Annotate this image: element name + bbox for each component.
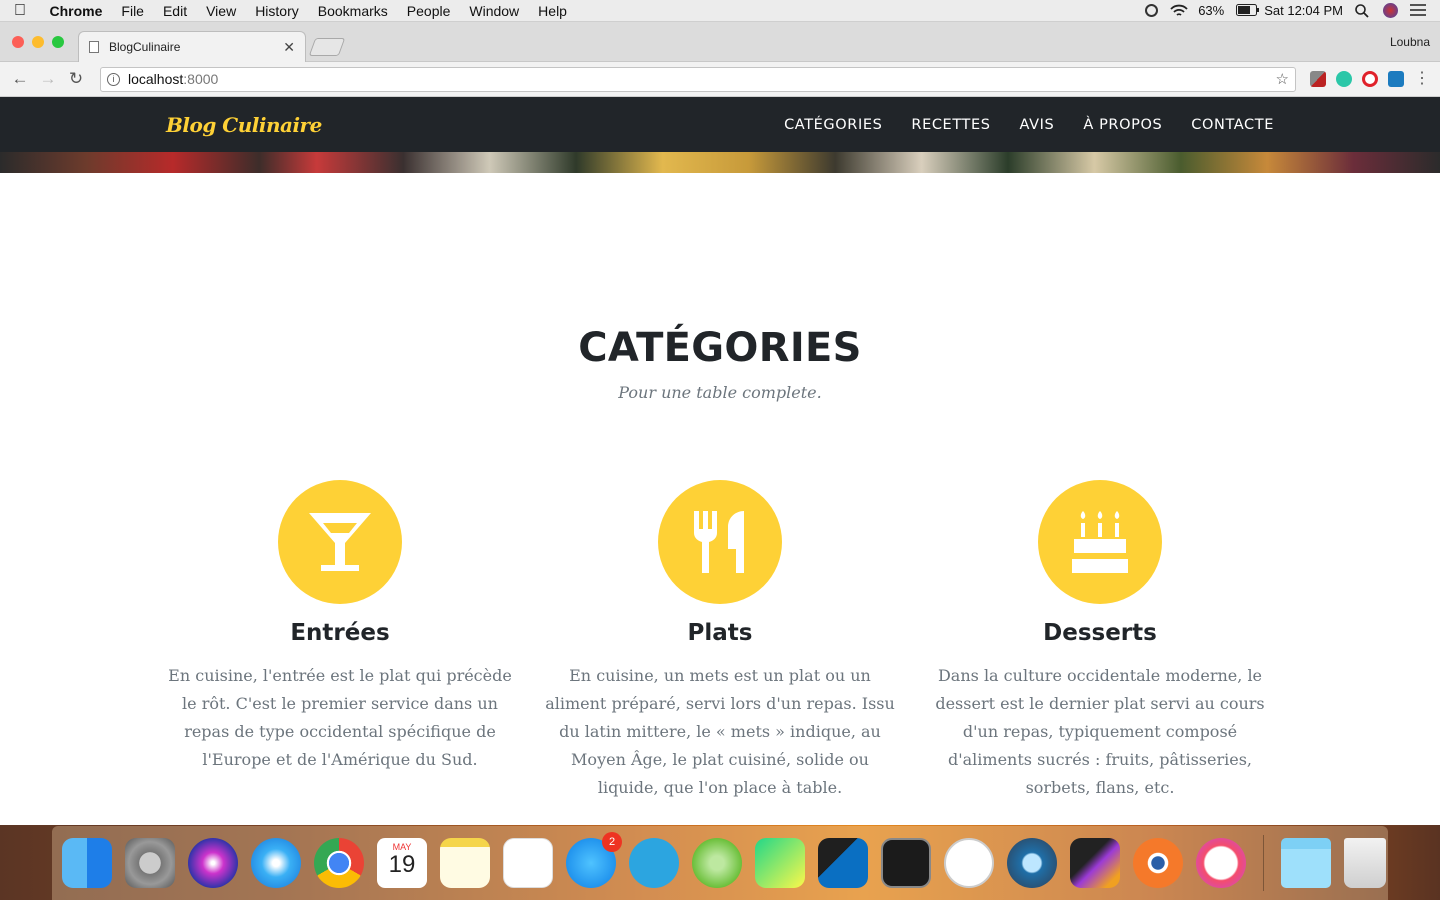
menubar-clock[interactable]: Sat 12:04 PM: [1264, 3, 1343, 18]
category-title: Desserts: [1043, 620, 1157, 646]
spotlight-search-icon[interactable]: [1355, 3, 1371, 18]
apple-menu-icon[interactable]: : [0, 2, 40, 20]
url-port: :8000: [183, 71, 219, 87]
menubar-status-area: 63% Sat 12:04 PM: [1145, 3, 1440, 18]
menu-help[interactable]: Help: [529, 3, 577, 19]
extension-pen-icon[interactable]: [1310, 71, 1326, 87]
bookmark-star-icon[interactable]: ☆: [1276, 70, 1289, 88]
menu-edit[interactable]: Edit: [153, 3, 196, 19]
final-cut-icon[interactable]: [1070, 838, 1120, 888]
menu-window[interactable]: Window: [460, 3, 529, 19]
tab-strip: BlogCulinaire ✕ Loubna: [0, 22, 1440, 62]
telegram-icon[interactable]: [629, 838, 679, 888]
app-store-badge: 2: [602, 832, 622, 852]
webpage: Blog Culinaire CATÉGORIES RECETTES AVIS …: [0, 97, 1440, 825]
chrome-menu-icon[interactable]: ⋮: [1414, 71, 1430, 87]
finder-icon[interactable]: [62, 838, 112, 888]
hero-image-strip: [0, 152, 1440, 173]
minimize-window-button[interactable]: [32, 36, 44, 48]
forward-arrow-icon[interactable]: →: [36, 69, 60, 89]
browser-toolbar: ← → ↻ i localhost :8000 ☆ ⋮: [0, 62, 1440, 97]
address-bar[interactable]: i localhost :8000 ☆: [100, 66, 1296, 92]
extension-m-icon[interactable]: [1336, 71, 1352, 87]
opera-extension-icon[interactable]: [1362, 71, 1378, 87]
category-title: Entrées: [290, 620, 390, 646]
browser-tab-active[interactable]: BlogCulinaire ✕: [78, 31, 306, 62]
category-title: Plats: [687, 620, 753, 646]
nav-categories[interactable]: CATÉGORIES: [784, 117, 882, 133]
menu-view[interactable]: View: [197, 3, 246, 19]
close-window-button[interactable]: [12, 36, 24, 48]
blender-icon[interactable]: [1133, 838, 1183, 888]
quicktime-icon[interactable]: [1007, 838, 1057, 888]
safari-icon[interactable]: [251, 838, 301, 888]
sync-icon[interactable]: [1145, 4, 1159, 17]
profile-name[interactable]: Loubna: [1390, 35, 1430, 49]
siri-icon[interactable]: [188, 838, 238, 888]
reminders-icon[interactable]: [503, 838, 553, 888]
menu-bookmarks[interactable]: Bookmarks: [308, 3, 397, 19]
page-icon: [89, 41, 99, 53]
trash-icon[interactable]: [1344, 838, 1386, 888]
terminal-icon[interactable]: [881, 838, 931, 888]
app-store-icon[interactable]: 2: [566, 832, 622, 888]
reload-icon[interactable]: ↻: [64, 69, 88, 89]
site-brand-logo[interactable]: Blog Culinaire: [166, 113, 322, 137]
wifi-icon[interactable]: [1170, 4, 1188, 18]
notes-icon[interactable]: [440, 838, 490, 888]
new-tab-button[interactable]: [308, 38, 346, 56]
calendar-icon[interactable]: MAY 19: [377, 838, 427, 888]
extension-li-icon[interactable]: [1388, 71, 1404, 87]
category-cards: Entrées En cuisine, l'entrée est le plat…: [0, 480, 1440, 825]
cocktail-icon: [278, 480, 402, 604]
url-host: localhost: [128, 71, 184, 87]
category-description: En cuisine, l'entrée est le plat qui pré…: [168, 666, 512, 769]
category-description: En cuisine, un mets est un plat ou un al…: [545, 666, 895, 797]
nav-avis[interactable]: AVIS: [1020, 117, 1055, 133]
system-preferences-icon[interactable]: [125, 838, 175, 888]
close-tab-icon[interactable]: ✕: [283, 39, 295, 56]
site-info-icon[interactable]: i: [107, 72, 120, 86]
menu-app-name[interactable]: Chrome: [40, 3, 112, 19]
itunes-icon[interactable]: [1196, 838, 1246, 888]
battery-icon[interactable]: [1236, 3, 1260, 18]
menu-people[interactable]: People: [397, 3, 460, 19]
back-arrow-icon[interactable]: ←: [8, 69, 32, 89]
category-description: Dans la culture occidentale moderne, le …: [935, 666, 1265, 797]
clock-icon[interactable]: [944, 838, 994, 888]
dock-separator: [1263, 835, 1264, 891]
nav-a-propos[interactable]: À PROPOS: [1083, 117, 1162, 133]
notification-center-icon[interactable]: [1410, 3, 1426, 18]
nav-contacte[interactable]: CONTACTE: [1191, 117, 1274, 133]
macos-menu-bar:  Chrome File Edit View History Bookmark…: [0, 0, 1440, 22]
macos-dock: MAY 19 2: [52, 826, 1388, 900]
browser-window: BlogCulinaire ✕ Loubna ← → ↻ i localhost…: [0, 22, 1440, 825]
battery-percent: 63%: [1198, 3, 1225, 18]
site-nav-links: CATÉGORIES RECETTES AVIS À PROPOS CONTAC…: [784, 117, 1274, 133]
category-card-plats: Plats En cuisine, un mets est un plat ou…: [540, 480, 900, 802]
zoom-window-button[interactable]: [52, 36, 64, 48]
window-controls: [12, 36, 64, 48]
android-studio-icon[interactable]: [692, 838, 742, 888]
utensils-icon: [658, 480, 782, 604]
nav-recettes[interactable]: RECETTES: [911, 117, 990, 133]
section-heading: CATÉGORIES: [578, 325, 862, 371]
pycharm-icon[interactable]: [755, 838, 805, 888]
extensions-area: ⋮: [1310, 71, 1430, 87]
category-card-desserts: Desserts Dans la culture occidentale mod…: [920, 480, 1280, 802]
category-card-entrees: Entrées En cuisine, l'entrée est le plat…: [160, 480, 520, 774]
site-navbar: Blog Culinaire CATÉGORIES RECETTES AVIS …: [0, 97, 1440, 152]
menu-history[interactable]: History: [246, 3, 309, 19]
folder-icon[interactable]: [1281, 838, 1331, 888]
vscode-icon[interactable]: [818, 838, 868, 888]
siri-icon[interactable]: [1383, 3, 1398, 18]
calendar-day: 19: [388, 851, 416, 878]
birthday-cake-icon: [1038, 480, 1162, 604]
tab-title: BlogCulinaire: [109, 40, 181, 54]
section-subheading: Pour une table complete.: [618, 383, 822, 402]
categories-section: CATÉGORIES Pour une table complete. Entr…: [0, 325, 1440, 825]
chrome-icon[interactable]: [314, 838, 364, 888]
menu-file[interactable]: File: [112, 3, 154, 19]
